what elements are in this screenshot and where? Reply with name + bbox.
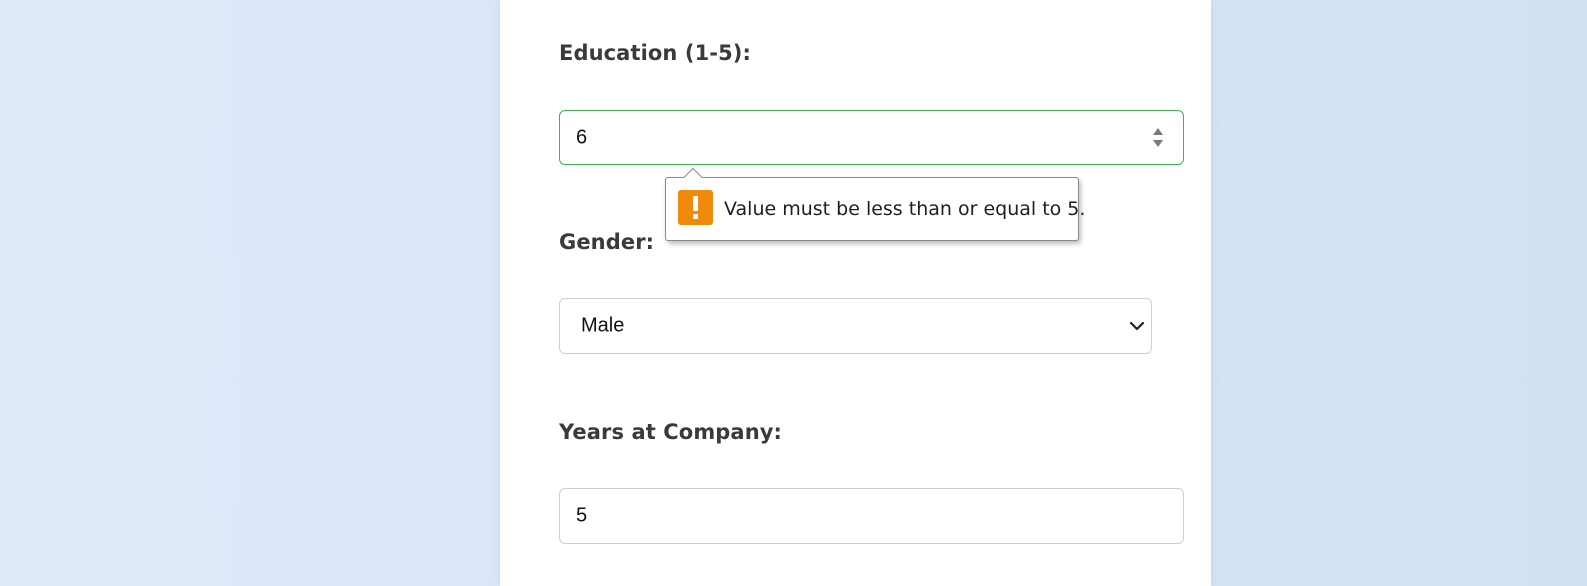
gender-label: Gender: (559, 230, 655, 254)
number-spinner-icon[interactable] (1152, 127, 1164, 149)
gender-selected-value: Male (581, 314, 625, 337)
years-at-company-label: Years at Company: (559, 420, 783, 444)
years-at-company-input[interactable]: 5 (559, 488, 1184, 544)
tooltip-arrow (682, 166, 702, 178)
validation-message: Value must be less than or equal to 5. (724, 198, 1086, 220)
education-label: Education (1-5): (559, 41, 752, 65)
years-input-value: 5 (576, 504, 588, 527)
education-number-input[interactable]: 6 (559, 110, 1184, 165)
chevron-down-icon (1129, 321, 1145, 331)
education-input-value: 6 (576, 126, 588, 148)
form-card: Education (1-5): 6 Gender: Male Years at… (500, 0, 1211, 586)
validation-tooltip: Value must be less than or equal to 5. (665, 177, 1085, 241)
gender-select[interactable]: Male (559, 298, 1152, 354)
warning-icon (678, 190, 713, 225)
